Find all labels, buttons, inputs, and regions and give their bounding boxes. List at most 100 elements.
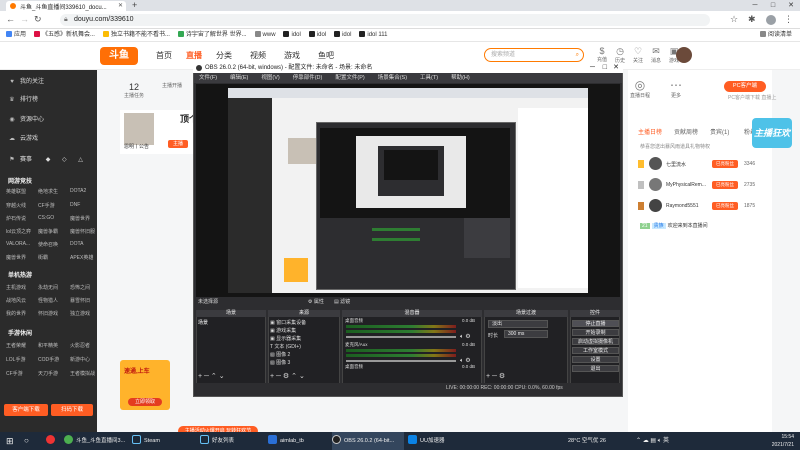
category-link[interactable]: 天刀手游 (38, 370, 58, 377)
nav-category[interactable]: 分类 (216, 50, 232, 61)
menu-docks[interactable]: 停靠部件(D) (293, 75, 323, 81)
tray-icons[interactable]: ⌃ ☁ ▤ 🔈︎ 英 (636, 432, 669, 450)
category-link[interactable]: 战地风云 (6, 297, 26, 304)
menu-edit[interactable]: 编辑(E) (230, 75, 248, 81)
scene-item[interactable]: 场景 (198, 319, 208, 326)
url-field[interactable]: 🔒︎ douyu.com/339610 (60, 14, 710, 26)
category-link[interactable]: 王者模拟战 (70, 370, 95, 377)
bookmark[interactable]: idol 111 (359, 29, 388, 42)
category-link[interactable]: DOTA2 (70, 188, 86, 194)
forward-icon[interactable]: → (20, 14, 29, 24)
taskbar-app[interactable]: UU加速器 (408, 432, 468, 450)
bookmark[interactable]: 《五感》新机舞会... (33, 29, 95, 42)
category-link[interactable]: 怀旧游戏 (38, 310, 58, 317)
category-link[interactable]: 和平精英 (38, 342, 58, 349)
sidebar-item-follow[interactable]: ♥ 我的关注 (0, 76, 97, 85)
bookmark[interactable]: 独立书籍不能不看书... (102, 29, 170, 42)
category-link[interactable]: 怪物猎人 (38, 297, 58, 304)
volume-slider[interactable] (346, 360, 456, 362)
studio-mode-button[interactable]: 工作室模式 (572, 347, 619, 354)
volume-slider[interactable] (346, 336, 456, 338)
nav-home[interactable]: 首页 (156, 50, 172, 61)
bookmark[interactable]: 诗宇宙了解世界 世界... (177, 29, 247, 42)
minimize-icon[interactable]: ─ (746, 0, 764, 11)
category-link[interactable]: 暴雪怀旧 (70, 297, 90, 304)
speaker-icon[interactable]: 🔈︎ ⚙ (460, 333, 471, 341)
start-recording-button[interactable]: 开始录制 (572, 329, 619, 336)
source-item[interactable]: ▣ 游戏采集 (270, 327, 296, 334)
category-link[interactable]: 魔兽世界 (6, 254, 26, 261)
filters-button[interactable]: ▤ 滤镜 (334, 297, 350, 307)
category-link[interactable]: LOL手游 (6, 356, 25, 363)
category-link[interactable]: 火影忍者 (70, 342, 90, 349)
category-link[interactable]: APEX英雄 (70, 254, 93, 261)
search-taskbar-icon[interactable]: ○ (24, 432, 29, 450)
extension-icon[interactable]: ✱ (748, 14, 756, 25)
taskbar-app-active[interactable]: OBS 26.0.2 (64-bit... (332, 432, 404, 450)
profile-avatar[interactable] (766, 15, 776, 25)
nav-game[interactable]: 游戏 (284, 50, 300, 61)
new-tab-icon[interactable]: + (132, 0, 137, 10)
user-avatar[interactable] (676, 47, 692, 63)
sidebar-item-resource[interactable]: ◉ 资源中心 (0, 114, 97, 123)
menu-icon[interactable]: ⋮ (784, 14, 793, 25)
exit-button[interactable]: 退出 (572, 365, 619, 372)
rank-row[interactable]: MyPhysicalRem... 已亮粉丝 2735 (638, 178, 768, 192)
category-link[interactable]: 街霸 (38, 254, 48, 261)
nav-live[interactable]: 直播 (186, 50, 202, 61)
taskbar-app[interactable]: Steam (132, 432, 198, 450)
qr-download-button[interactable]: 扫码下载 (51, 404, 93, 416)
anchor-avatar[interactable] (124, 113, 154, 145)
source-item[interactable]: T 文本 (GDI+) (270, 343, 301, 350)
start-icon[interactable]: ⊞ (6, 432, 14, 450)
category-link[interactable]: 使命召唤 (38, 241, 58, 248)
browser-tab[interactable]: 斗鱼_斗鱼直播间339610_docu... ✕ (6, 1, 126, 11)
settings-button[interactable]: 设置 (572, 356, 619, 363)
taskbar-app[interactable]: 斗鱼_斗鱼直播间3... (64, 432, 130, 450)
taskbar-app[interactable]: 好友列表 (200, 432, 266, 450)
category-link[interactable]: 英雄联盟 (6, 188, 26, 195)
category-link[interactable]: 主机游戏 (6, 284, 26, 291)
transition-add-remove-controls[interactable]: + ─ ⚙ (486, 372, 505, 380)
category-link[interactable]: 魔兽争霸 (38, 228, 58, 235)
anchor-task-stat[interactable]: 12 主播任务 (124, 82, 144, 99)
category-link[interactable]: 绝地求生 (38, 188, 58, 195)
schedule-button[interactable]: ◎ 直播日程 (626, 78, 654, 99)
source-item[interactable]: ▣ 窗口采集设备 (270, 319, 306, 326)
category-link[interactable]: 新游中心 (70, 356, 90, 363)
client-download-button[interactable]: 客户端下载 (4, 404, 48, 416)
anchor-live-stat[interactable]: 主播开播 (162, 82, 182, 89)
properties-button[interactable]: ⚙ 属性 (308, 297, 324, 307)
menu-tools[interactable]: 工具(T) (420, 75, 438, 81)
menu-scene-collection[interactable]: 场景集合(S) (378, 75, 407, 81)
stop-streaming-button[interactable]: 停止直播 (572, 320, 619, 327)
scene-add-remove-controls[interactable]: + ─ ⌃ ⌄ (198, 372, 225, 380)
source-add-remove-controls[interactable]: + ─ ⚙ ⌃ ⌄ (270, 372, 305, 380)
pc-client-button[interactable]: PC客户端 (724, 81, 766, 92)
reload-icon[interactable]: ↻ (34, 14, 42, 25)
menu-help[interactable]: 帮助(H) (451, 75, 470, 81)
game-ad-banner[interactable]: 速通,上车 立即领取 (120, 360, 170, 410)
category-link[interactable]: 王者荣耀 (6, 342, 26, 349)
duration-input[interactable]: 300 ms (504, 330, 548, 338)
rank-promo-banner[interactable]: 主播狂欢 (752, 118, 792, 148)
more-button[interactable]: ⋯ 更多 (662, 78, 690, 99)
category-link[interactable]: CF手游 (6, 370, 23, 377)
category-link[interactable]: 魔兽怀旧服 (70, 228, 95, 235)
tab-contribution-weekly[interactable]: 贡献周榜 (674, 127, 698, 136)
transition-select[interactable]: 淡出 (488, 320, 548, 328)
category-link[interactable]: CS:GO (38, 215, 54, 221)
system-clock[interactable]: 15:54 2021/7/21 (772, 433, 794, 449)
weather-widget[interactable]: 28°C 空气优 26 (568, 432, 606, 450)
app-icon[interactable] (46, 432, 58, 450)
close-window-icon[interactable]: ✕ (782, 0, 800, 11)
search-input[interactable]: 搜索频道 ⌕ (484, 48, 584, 62)
search-icon[interactable]: ⌕ (576, 49, 579, 61)
menu-view[interactable]: 视图(V) (261, 75, 279, 81)
category-link[interactable]: VALORA... (6, 241, 30, 247)
category-link[interactable]: COD手游 (38, 356, 59, 363)
category-link[interactable]: 永劫无间 (38, 284, 58, 291)
claim-button[interactable]: 立即领取 (128, 398, 162, 406)
category-link[interactable]: DNF (70, 202, 80, 208)
sidebar-item-rank[interactable]: ♛ 排行榜 (0, 94, 97, 103)
